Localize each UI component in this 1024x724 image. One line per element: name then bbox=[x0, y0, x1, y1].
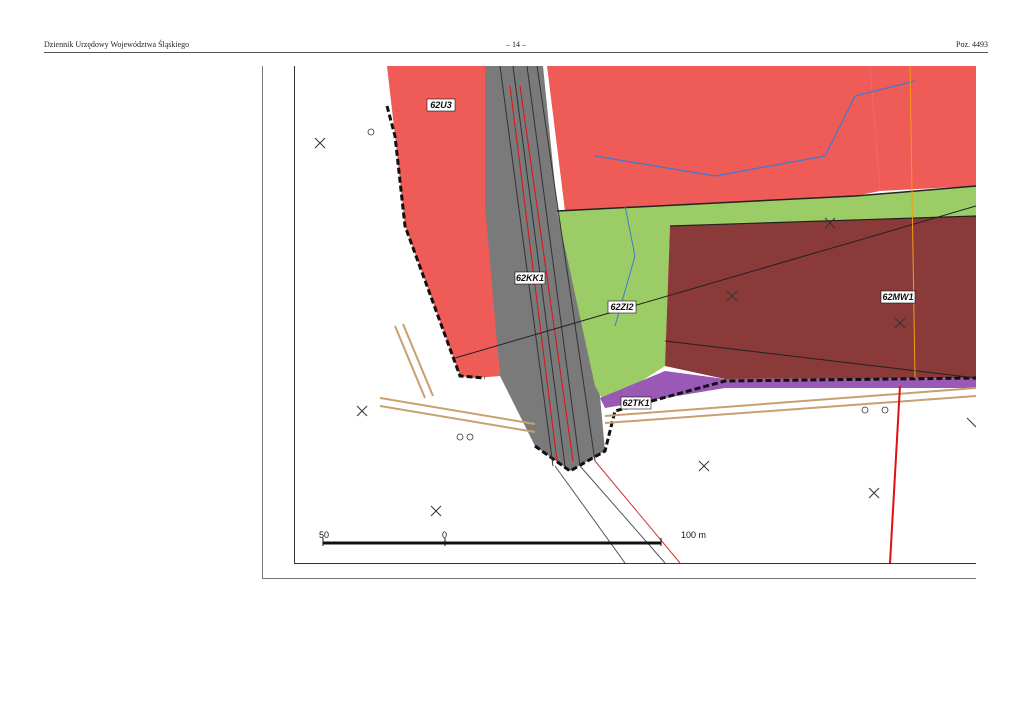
zone-top-service-area bbox=[547, 66, 880, 211]
scale-label-right: 100 m bbox=[681, 530, 706, 540]
zone-label-62kk1: 62KK1 bbox=[514, 271, 546, 285]
page-header: Dziennik Urzędowy Województwa Śląskiego … bbox=[44, 38, 988, 53]
zone-label-62zi2: 62ZI2 bbox=[607, 300, 637, 314]
position-number: Poz. 4493 bbox=[956, 40, 988, 49]
zone-label-62tk1: 62TK1 bbox=[620, 396, 652, 410]
zoning-map: 62U3 62KK1 62ZI2 62MW1 62TK1 50 0 100 m bbox=[314, 66, 976, 563]
map-canvas: 62U3 62KK1 62ZI2 62MW1 62TK1 50 0 100 m bbox=[294, 66, 976, 564]
zone-label-62u3: 62U3 bbox=[426, 98, 456, 112]
zone-62mw1-area bbox=[665, 216, 976, 379]
scale-label-zero: 0 bbox=[442, 530, 447, 540]
page-number: – 14 – bbox=[506, 40, 526, 49]
svg-text:62U3: 62U3 bbox=[430, 100, 452, 110]
scale-bar: 50 0 100 m bbox=[319, 530, 706, 546]
svg-text:62TK1: 62TK1 bbox=[622, 398, 649, 408]
zone-label-62mw1: 62MW1 bbox=[880, 290, 916, 304]
svg-text:62MW1: 62MW1 bbox=[882, 292, 913, 302]
scale-label-left: 50 bbox=[319, 530, 329, 540]
zone-top-right-area bbox=[870, 66, 976, 191]
svg-text:62ZI2: 62ZI2 bbox=[610, 302, 633, 312]
svg-text:62KK1: 62KK1 bbox=[516, 273, 544, 283]
